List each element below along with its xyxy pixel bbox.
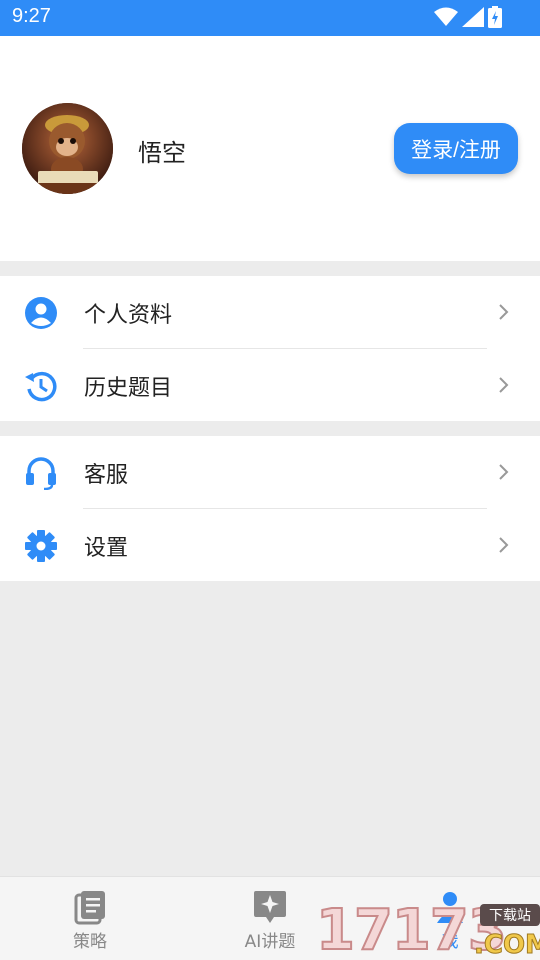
chevron-right-icon — [499, 304, 509, 320]
monkey-avatar-image — [22, 103, 113, 194]
watermark-badge: 下载站 — [480, 904, 540, 926]
tab-label: 策略 — [73, 932, 107, 952]
profile-header: 悟空 登录/注册 — [0, 36, 540, 261]
person-icon — [25, 297, 57, 329]
tab-strategy[interactable]: 策略 — [0, 877, 180, 960]
avatar[interactable] — [22, 103, 113, 194]
status-icons — [434, 6, 502, 28]
signal-icon — [462, 7, 484, 27]
menu-item-label: 历史题目 — [84, 376, 173, 401]
username: 悟空 — [138, 139, 186, 167]
menu-item-label: 个人资料 — [84, 303, 173, 328]
sparkle-icon — [254, 891, 286, 923]
history-icon — [25, 371, 57, 402]
headset-icon — [26, 457, 56, 490]
login-register-button[interactable]: 登录/注册 — [394, 123, 518, 174]
wifi-icon — [434, 7, 458, 26]
chevron-right-icon — [499, 377, 509, 393]
menu-item-label: 客服 — [84, 463, 129, 488]
menu-group-account: 个人资料 历史题目 — [0, 276, 540, 421]
menu-item-customer-service[interactable]: 客服 — [0, 436, 540, 508]
menu-item-label: 设置 — [84, 536, 129, 561]
menu-item-settings[interactable]: 设置 — [0, 509, 540, 581]
menu-group-support: 客服 设置 — [0, 436, 540, 581]
menu-item-history[interactable]: 历史题目 — [0, 349, 540, 421]
watermark-domain: .COM — [474, 930, 540, 960]
menu-item-profile[interactable]: 个人资料 — [0, 276, 540, 348]
battery-icon — [488, 6, 502, 28]
gear-icon — [25, 530, 57, 562]
status-bar: 9:27 — [0, 0, 540, 36]
status-time: 9:27 — [12, 5, 51, 27]
chevron-right-icon — [499, 537, 509, 553]
watermark-logo: 17173 下载站 .COM — [315, 897, 540, 960]
chevron-right-icon — [499, 464, 509, 480]
list-icon — [74, 891, 105, 925]
